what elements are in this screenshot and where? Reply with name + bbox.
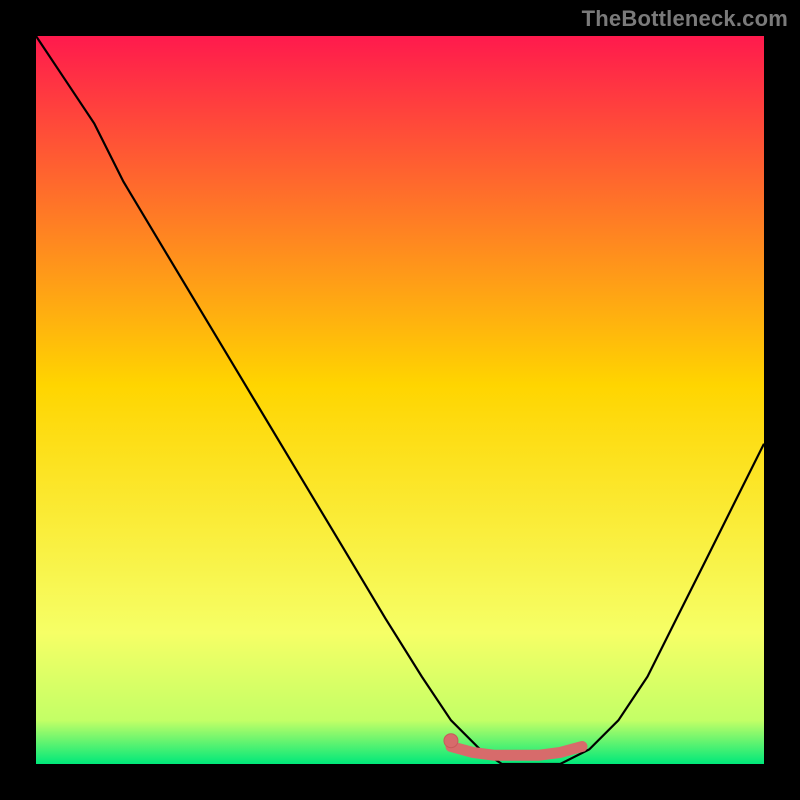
optimal-marker-dot [444, 734, 458, 748]
plot-background [36, 36, 764, 764]
bottleneck-chart [0, 0, 800, 800]
watermark-text: TheBottleneck.com [582, 6, 788, 32]
chart-container: TheBottleneck.com [0, 0, 800, 800]
